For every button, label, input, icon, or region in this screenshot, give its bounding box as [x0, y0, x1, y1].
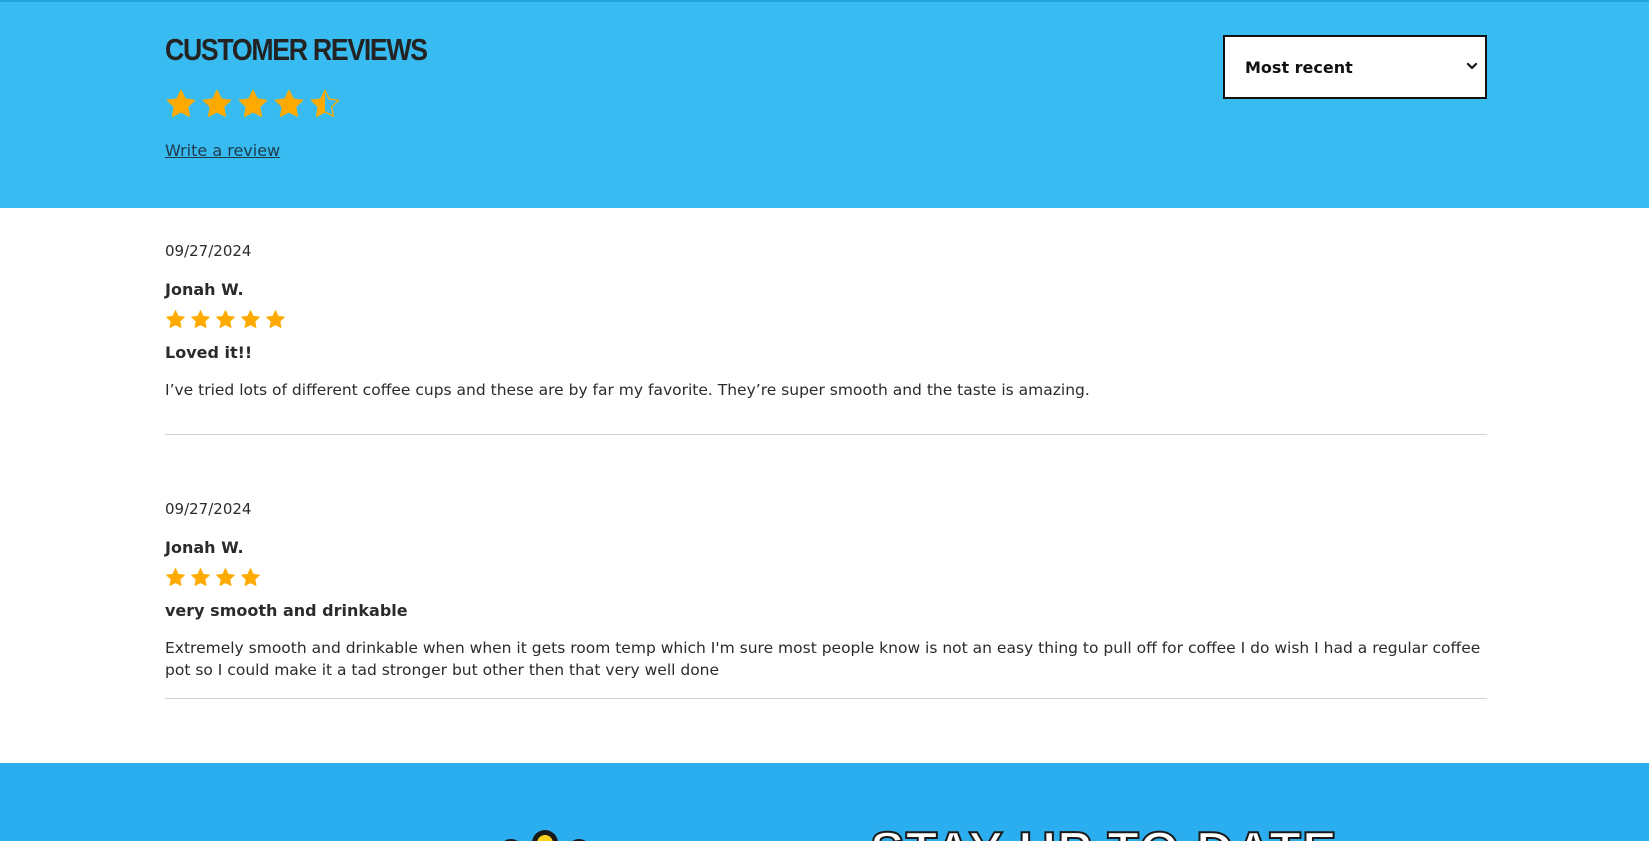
sort-select[interactable]: Most recent: [1223, 35, 1487, 99]
star-filled-icon: [191, 310, 210, 328]
newsletter-footer: Stay up to date: [0, 763, 1649, 841]
average-rating-stars: [165, 88, 341, 120]
sort-selected-value: Most recent: [1245, 57, 1353, 77]
reviews-header: Customer Reviews Write a review Most rec…: [0, 0, 1649, 208]
review-date: 09/27/2024: [165, 242, 252, 260]
review-divider: [165, 698, 1487, 699]
chevron-down-icon: [1466, 62, 1478, 70]
brand-logo: [504, 830, 586, 841]
star-filled-icon: [274, 89, 304, 117]
star-filled-icon: [191, 568, 210, 586]
review-author: Jonah W.: [165, 280, 244, 299]
review-author: Jonah W.: [165, 538, 244, 557]
review-rating-stars: [165, 567, 261, 588]
review-body: I’ve tried lots of different coffee cups…: [165, 381, 1090, 399]
star-filled-icon: [202, 89, 232, 117]
star-half-icon: [310, 89, 340, 117]
review-date: 09/27/2024: [165, 500, 252, 518]
star-filled-icon: [241, 310, 260, 328]
star-filled-icon: [166, 89, 196, 117]
star-filled-icon: [266, 310, 285, 328]
review-divider: [165, 434, 1487, 435]
review-title: Loved it!!: [165, 343, 253, 362]
page-title: Customer Reviews: [165, 32, 428, 67]
star-filled-icon: [241, 568, 260, 586]
star-filled-icon: [216, 568, 235, 586]
star-filled-icon: [166, 568, 185, 586]
star-filled-icon: [166, 310, 185, 328]
star-filled-icon: [216, 310, 235, 328]
review-body: Extremely smooth and drinkable when when…: [165, 639, 1481, 679]
review-title: very smooth and drinkable: [165, 601, 408, 620]
star-filled-icon: [238, 89, 268, 117]
write-review-link[interactable]: Write a review: [165, 141, 280, 160]
review-rating-stars: [165, 309, 286, 330]
newsletter-headline: Stay up to date: [869, 821, 1338, 841]
